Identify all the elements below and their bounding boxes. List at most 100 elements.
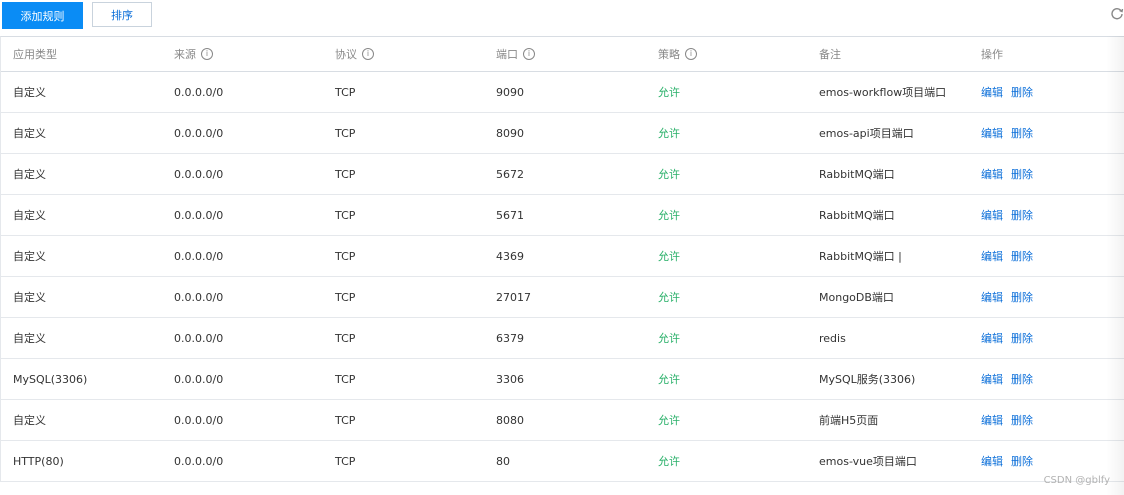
cell-note: RabbitMQ端口	[819, 209, 895, 222]
cell-protocol: TCP	[335, 85, 356, 99]
security-rules-table: 应用类型 来源 i 协议 i 端口 i 策略 i 备注 操作 自定义 0.0.0.0/0 TCP 9090…	[0, 36, 1124, 482]
cell-source: 0.0.0.0/0	[174, 208, 224, 222]
edit-link[interactable]: 编辑	[981, 125, 1003, 141]
table-row: 自定义 0.0.0.0/0 TCP 27017 允许 MongoDB端口 编辑 删除	[1, 277, 1124, 318]
cell-source: 0.0.0.0/0	[174, 372, 224, 386]
refresh-icon[interactable]	[1110, 6, 1124, 20]
cell-app-type: 自定义	[13, 291, 46, 304]
info-icon[interactable]: i	[201, 48, 213, 60]
cell-source: 0.0.0.0/0	[174, 126, 224, 140]
table-row: 自定义 0.0.0.0/0 TCP 5671 允许 RabbitMQ端口 编辑 删除	[1, 195, 1124, 236]
cell-note: RabbitMQ端口 |	[819, 250, 902, 263]
delete-link[interactable]: 删除	[1011, 289, 1033, 305]
cell-port: 4369	[496, 249, 524, 263]
header-label: 操作	[981, 48, 1003, 61]
table-body: 自定义 0.0.0.0/0 TCP 9090 允许 emos-workflow项目端口 编辑…	[1, 72, 1124, 482]
header-port: 端口 i	[496, 37, 535, 71]
table-row: 自定义 0.0.0.0/0 TCP 8090 允许 emos-api项目端口 编辑 删除	[1, 113, 1124, 154]
info-icon[interactable]: i	[685, 48, 697, 60]
cell-source: 0.0.0.0/0	[174, 331, 224, 345]
delete-link[interactable]: 删除	[1011, 453, 1033, 469]
header-label: 应用类型	[13, 48, 57, 61]
edit-link[interactable]: 编辑	[981, 412, 1003, 428]
cell-app-type: 自定义	[13, 414, 46, 427]
cell-actions: 编辑 删除	[981, 441, 1041, 481]
table-row: 自定义 0.0.0.0/0 TCP 4369 允许 RabbitMQ端口 | 编辑 删除	[1, 236, 1124, 277]
edit-link[interactable]: 编辑	[981, 453, 1003, 469]
cell-actions: 编辑 删除	[981, 359, 1041, 399]
watermark: CSDN @gblfy	[1043, 475, 1110, 486]
cell-port: 80	[496, 454, 510, 468]
table-row: MySQL(3306) 0.0.0.0/0 TCP 3306 允许 MySQL服务(330…	[1, 359, 1124, 400]
info-icon[interactable]: i	[362, 48, 374, 60]
cell-port: 5671	[496, 208, 524, 222]
cell-protocol: TCP	[335, 126, 356, 140]
cell-note: MySQL服务(3306)	[819, 373, 916, 386]
cell-port: 8080	[496, 413, 524, 427]
cell-policy: 允许	[658, 332, 680, 345]
cell-note: emos-workflow项目端口	[819, 86, 947, 99]
edit-link[interactable]: 编辑	[981, 207, 1003, 223]
cell-actions: 编辑 删除	[981, 195, 1041, 235]
cell-note: RabbitMQ端口	[819, 168, 895, 181]
cell-port: 27017	[496, 290, 531, 304]
header-label: 协议	[335, 48, 357, 61]
edit-link[interactable]: 编辑	[981, 248, 1003, 264]
cell-source: 0.0.0.0/0	[174, 290, 224, 304]
cell-source: 0.0.0.0/0	[174, 85, 224, 99]
delete-link[interactable]: 删除	[1011, 84, 1033, 100]
cell-actions: 编辑 删除	[981, 154, 1041, 194]
info-icon[interactable]: i	[523, 48, 535, 60]
cell-protocol: TCP	[335, 413, 356, 427]
cell-note: 前端H5页面	[819, 414, 879, 427]
cell-app-type: 自定义	[13, 86, 46, 99]
cell-protocol: TCP	[335, 454, 356, 468]
table-row: 自定义 0.0.0.0/0 TCP 8080 允许 前端H5页面 编辑 删除	[1, 400, 1124, 441]
cell-app-type: 自定义	[13, 168, 46, 181]
cell-app-type: 自定义	[13, 127, 46, 140]
edit-link[interactable]: 编辑	[981, 289, 1003, 305]
delete-link[interactable]: 删除	[1011, 125, 1033, 141]
delete-link[interactable]: 删除	[1011, 248, 1033, 264]
cell-actions: 编辑 删除	[981, 400, 1041, 440]
delete-link[interactable]: 删除	[1011, 371, 1033, 387]
header-actions: 操作	[981, 37, 1003, 71]
table-row: 自定义 0.0.0.0/0 TCP 9090 允许 emos-workflow项目端口 编辑…	[1, 72, 1124, 113]
edit-link[interactable]: 编辑	[981, 371, 1003, 387]
cell-protocol: TCP	[335, 208, 356, 222]
cell-note: emos-api项目端口	[819, 127, 914, 140]
edit-link[interactable]: 编辑	[981, 84, 1003, 100]
header-label: 策略	[658, 48, 680, 61]
cell-app-type: 自定义	[13, 209, 46, 222]
cell-actions: 编辑 删除	[981, 72, 1041, 112]
sort-button[interactable]: 排序	[92, 2, 152, 27]
cell-protocol: TCP	[335, 331, 356, 345]
delete-link[interactable]: 删除	[1011, 412, 1033, 428]
delete-link[interactable]: 删除	[1011, 207, 1033, 223]
cell-policy: 允许	[658, 373, 680, 386]
delete-link[interactable]: 删除	[1011, 330, 1033, 346]
cell-policy: 允许	[658, 168, 680, 181]
cell-protocol: TCP	[335, 290, 356, 304]
edit-link[interactable]: 编辑	[981, 166, 1003, 182]
header-protocol: 协议 i	[335, 37, 374, 71]
cell-actions: 编辑 删除	[981, 277, 1041, 317]
header-label: 来源	[174, 48, 196, 61]
cell-actions: 编辑 删除	[981, 236, 1041, 276]
cell-port: 3306	[496, 372, 524, 386]
cell-actions: 编辑 删除	[981, 318, 1041, 358]
header-policy: 策略 i	[658, 37, 697, 71]
cell-policy: 允许	[658, 250, 680, 263]
delete-link[interactable]: 删除	[1011, 166, 1033, 182]
cell-app-type: MySQL(3306)	[13, 372, 88, 386]
header-note: 备注	[819, 37, 841, 71]
cell-port: 5672	[496, 167, 524, 181]
header-source: 来源 i	[174, 37, 213, 71]
cell-policy: 允许	[658, 127, 680, 140]
add-rule-button[interactable]: 添加规则	[2, 2, 83, 29]
header-label: 端口	[496, 48, 518, 61]
cell-policy: 允许	[658, 209, 680, 222]
edit-link[interactable]: 编辑	[981, 330, 1003, 346]
cell-protocol: TCP	[335, 249, 356, 263]
cell-port: 8090	[496, 126, 524, 140]
